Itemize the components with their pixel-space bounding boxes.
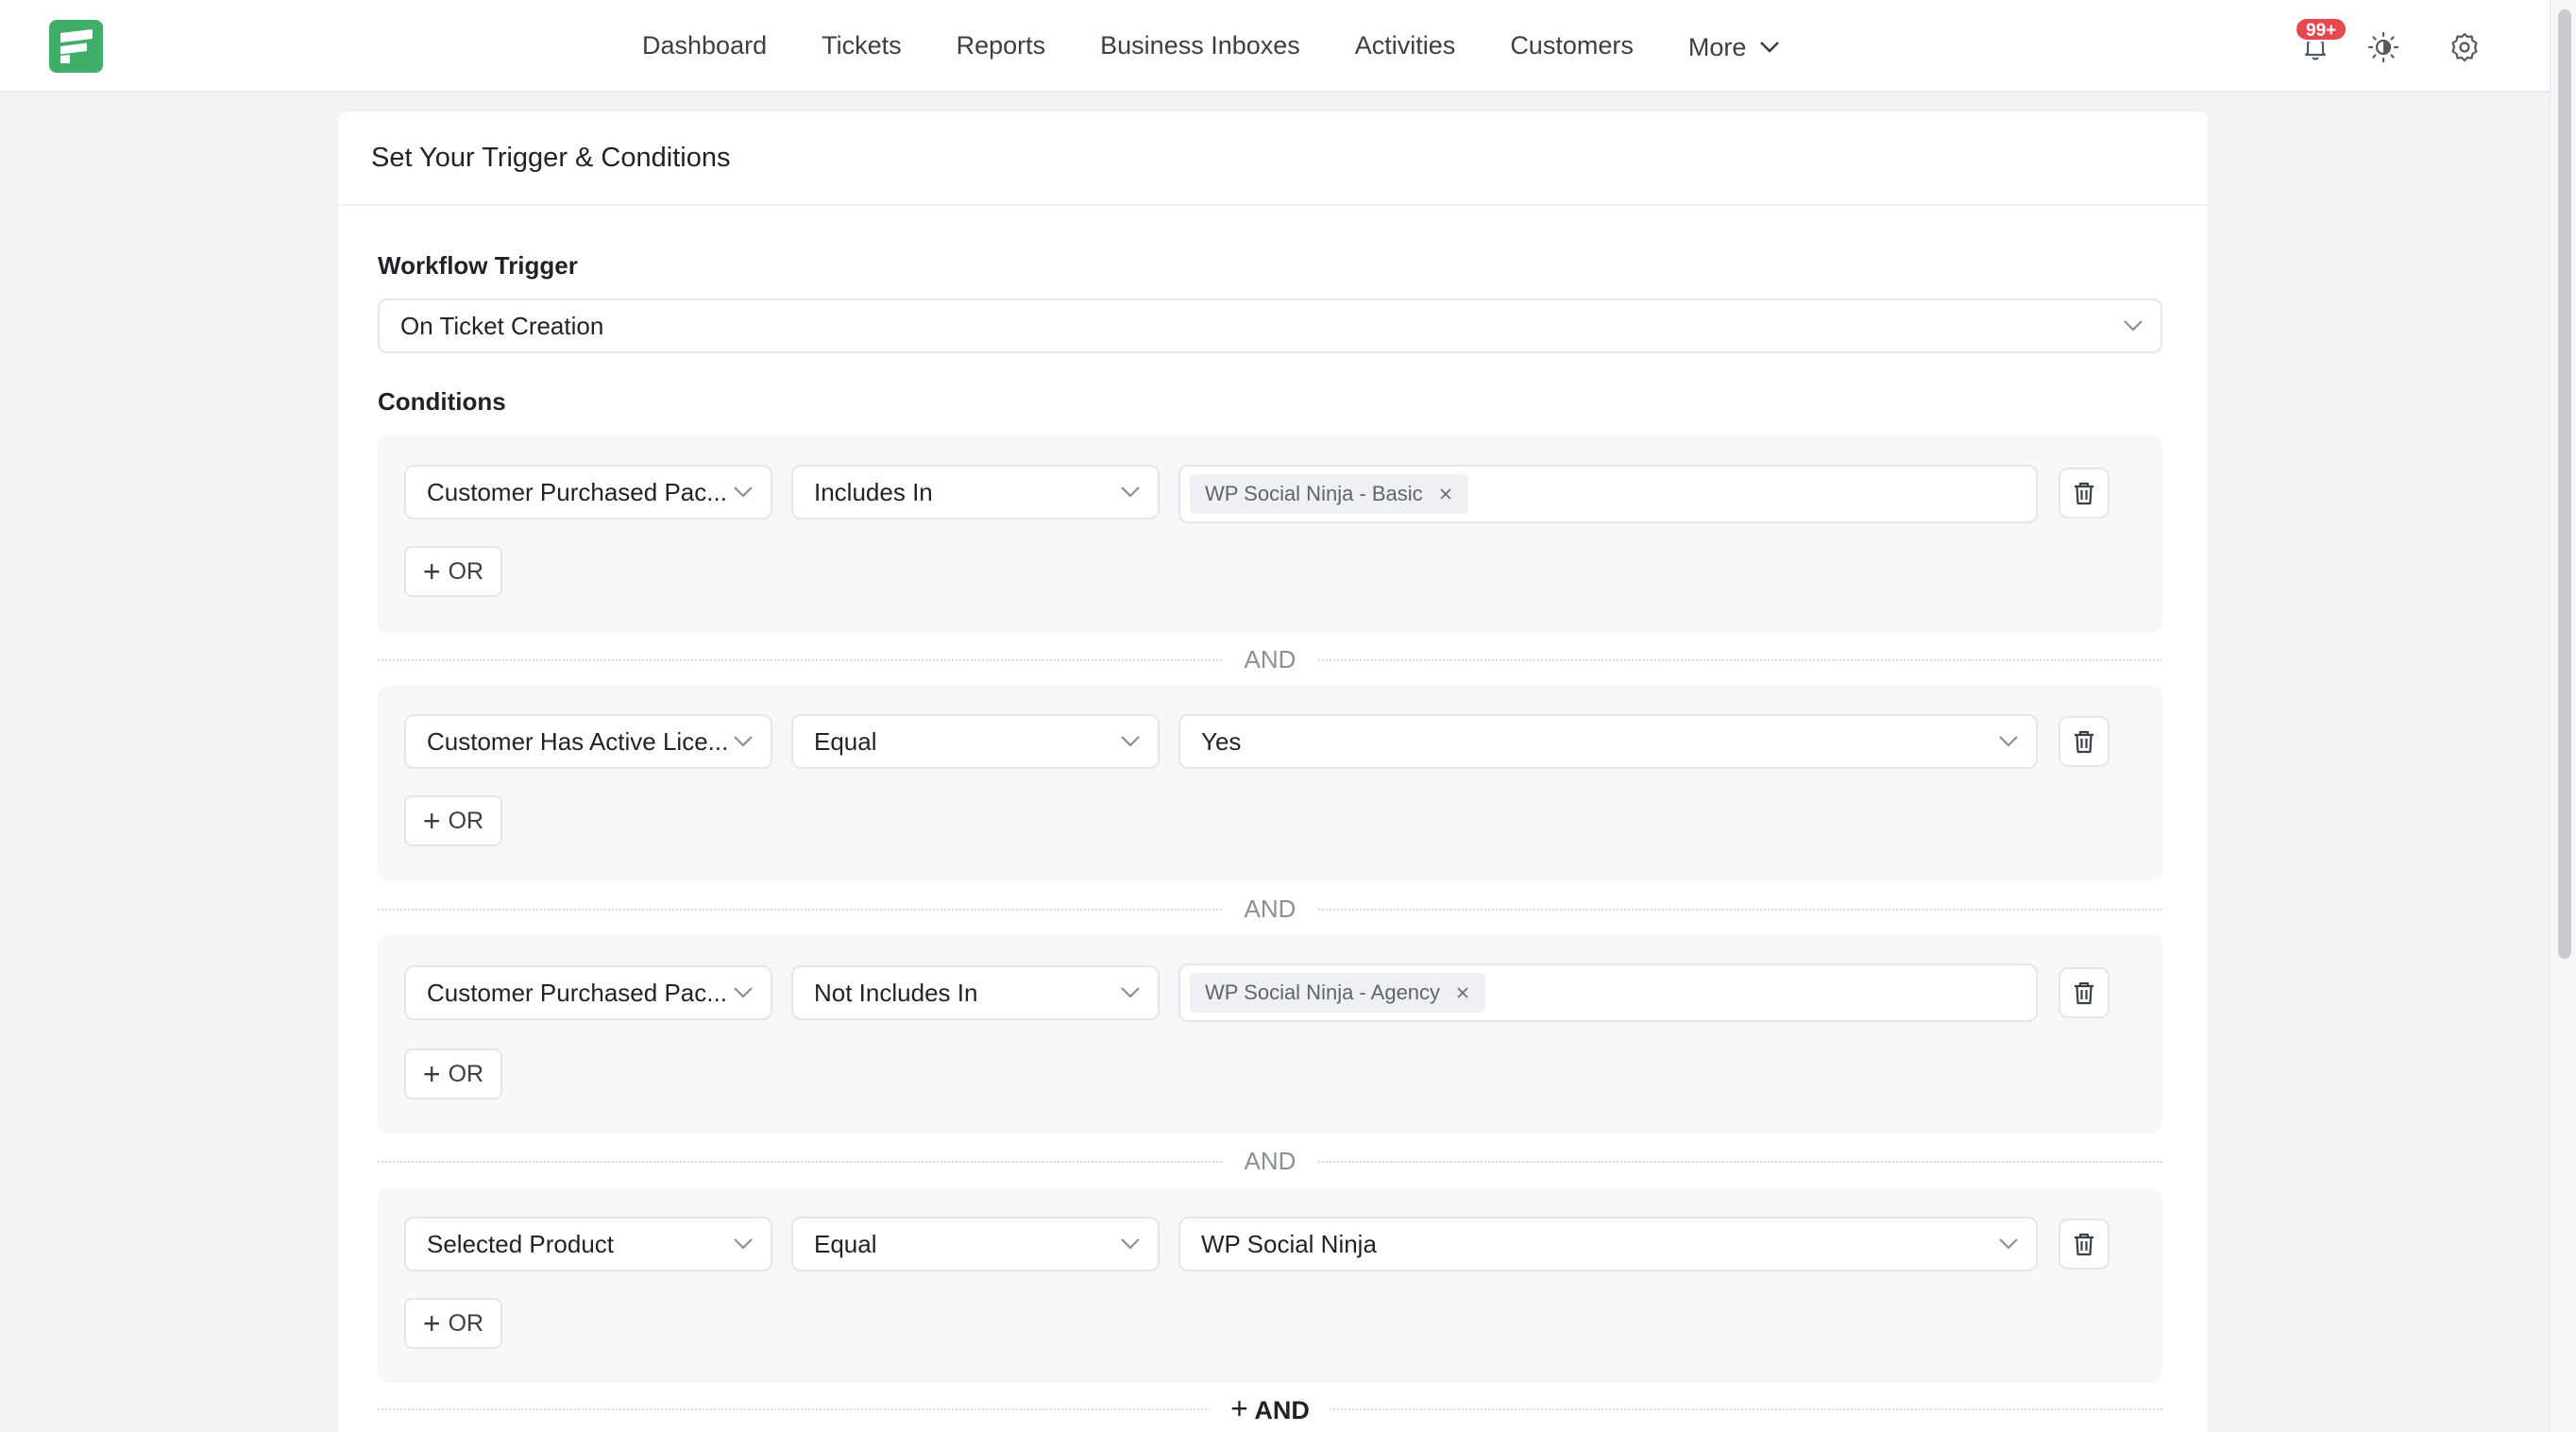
remove-tag-icon[interactable] — [1438, 486, 1453, 502]
and-separator: AND — [378, 1147, 2162, 1175]
condition-group-4: Selected Product Equal WP Social Ninja +… — [378, 1188, 2162, 1383]
condition-group-2: Customer Has Active Lice... Equal Yes + … — [378, 686, 2162, 880]
condition-operator-value: Equal — [814, 1229, 877, 1258]
chevron-down-icon — [734, 736, 753, 747]
notification-count-badge: 99+ — [2295, 17, 2348, 42]
condition-value-select[interactable]: Yes — [1178, 714, 2038, 769]
condition-operator-value: Equal — [814, 726, 877, 756]
chevron-down-icon — [734, 987, 753, 998]
add-or-label: OR — [448, 1060, 484, 1087]
chevron-down-icon — [734, 486, 753, 498]
add-and-separator: + AND — [378, 1391, 2162, 1425]
condition-field-value: Customer Has Active Lice... — [427, 726, 729, 756]
selected-tag: WP Social Ninja - Basic — [1190, 474, 1468, 514]
condition-operator-select[interactable]: Not Includes In — [791, 965, 1160, 1020]
selected-tag: WP Social Ninja - Agency — [1190, 973, 1486, 1013]
nav-dashboard[interactable]: Dashboard — [642, 31, 767, 60]
nav-tickets[interactable]: Tickets — [822, 31, 902, 60]
condition-field-select[interactable]: Selected Product — [404, 1217, 772, 1271]
condition-field-value: Selected Product — [427, 1229, 615, 1258]
theme-toggle-icon — [2367, 31, 2399, 63]
scrollbar-thumb[interactable] — [2558, 9, 2571, 959]
trash-icon — [2075, 482, 2093, 505]
plus-icon: + — [422, 554, 441, 588]
tag-label: WP Social Ninja - Agency — [1205, 980, 1441, 1004]
condition-value: Yes — [1201, 726, 1242, 756]
workflow-trigger-value: On Ticket Creation — [400, 311, 604, 340]
nav-customers[interactable]: Customers — [1510, 31, 1634, 60]
nav-more[interactable]: More — [1688, 33, 1781, 62]
chevron-down-icon — [2124, 320, 2143, 332]
plus-icon: + — [422, 1057, 441, 1091]
settings-button[interactable] — [2444, 26, 2485, 68]
nav-more-label: More — [1687, 32, 1747, 61]
and-label: AND — [1223, 895, 1317, 923]
and-label: AND — [1223, 1147, 1317, 1175]
condition-group-1: Customer Purchased Pac... Includes In WP… — [378, 435, 2162, 633]
card-header: Set Your Trigger & Conditions — [338, 111, 2208, 206]
plus-icon: + — [422, 1306, 441, 1340]
card-title: Set Your Trigger & Conditions — [371, 142, 731, 173]
trigger-conditions-card: Set Your Trigger & Conditions Workflow T… — [338, 111, 2208, 1432]
condition-operator-value: Not Includes In — [814, 978, 978, 1007]
nav-business-inboxes[interactable]: Business Inboxes — [1100, 31, 1300, 60]
chevron-down-icon — [734, 1238, 753, 1250]
add-or-button[interactable]: + OR — [404, 795, 502, 846]
condition-field-value: Customer Purchased Pac... — [427, 477, 727, 506]
add-or-button[interactable]: + OR — [404, 1048, 502, 1100]
delete-condition-button[interactable] — [2059, 1219, 2110, 1270]
condition-value-multiselect[interactable]: WP Social Ninja - Agency — [1178, 963, 2038, 1022]
trash-icon — [2075, 730, 2093, 754]
add-and-label: AND — [1254, 1396, 1310, 1424]
conditions-label: Conditions — [378, 387, 506, 416]
nav-activities[interactable]: Activities — [1355, 31, 1456, 60]
page-scrollbar[interactable] — [2550, 0, 2576, 1432]
condition-operator-value: Includes In — [814, 477, 933, 506]
workflow-trigger-select[interactable]: On Ticket Creation — [378, 298, 2162, 353]
add-or-label: OR — [448, 557, 484, 585]
main-nav: Dashboard Tickets Reports Business Inbox… — [642, 0, 1835, 91]
condition-operator-select[interactable]: Equal — [791, 1217, 1160, 1271]
condition-value: WP Social Ninja — [1201, 1229, 1377, 1258]
chevron-down-icon — [1999, 1238, 2018, 1250]
top-navigation-bar: Dashboard Tickets Reports Business Inbox… — [0, 0, 2550, 93]
condition-field-select[interactable]: Customer Purchased Pac... — [404, 965, 772, 1020]
condition-field-select[interactable]: Customer Has Active Lice... — [404, 714, 772, 769]
app-logo-icon[interactable] — [49, 20, 103, 73]
chevron-down-icon — [1121, 486, 1140, 498]
delete-condition-button[interactable] — [2059, 967, 2110, 1018]
theme-toggle-button[interactable] — [2363, 26, 2404, 68]
plus-icon: + — [422, 804, 441, 838]
delete-condition-button[interactable] — [2059, 716, 2110, 767]
and-separator: AND — [378, 645, 2162, 673]
and-separator: AND — [378, 895, 2162, 923]
add-or-button[interactable]: + OR — [404, 1298, 502, 1349]
chevron-down-icon — [1760, 42, 1780, 53]
condition-field-select[interactable]: Customer Purchased Pac... — [404, 465, 772, 520]
plus-icon: + — [1230, 1391, 1248, 1425]
condition-value-select[interactable]: WP Social Ninja — [1178, 1217, 2038, 1271]
add-or-label: OR — [448, 1309, 484, 1337]
settings-icon — [2451, 32, 2478, 62]
nav-reports[interactable]: Reports — [957, 31, 1046, 60]
add-and-button[interactable]: + AND — [1210, 1391, 1330, 1425]
condition-value-multiselect[interactable]: WP Social Ninja - Basic — [1178, 465, 2038, 523]
condition-operator-select[interactable]: Equal — [791, 714, 1160, 769]
and-label: AND — [1223, 645, 1317, 673]
add-or-label: OR — [448, 807, 484, 834]
chevron-down-icon — [1121, 1238, 1140, 1250]
remove-tag-icon[interactable] — [1455, 985, 1470, 1000]
chevron-down-icon — [1121, 987, 1140, 998]
delete-condition-button[interactable] — [2059, 468, 2110, 519]
add-or-button[interactable]: + OR — [404, 546, 502, 597]
condition-group-3: Customer Purchased Pac... Not Includes I… — [378, 935, 2162, 1134]
trash-icon — [2075, 1233, 2093, 1256]
chevron-down-icon — [1999, 736, 2018, 747]
tag-label: WP Social Ninja - Basic — [1205, 482, 1423, 505]
condition-operator-select[interactable]: Includes In — [791, 465, 1160, 520]
workflow-trigger-label: Workflow Trigger — [378, 251, 578, 280]
trash-icon — [2075, 981, 2093, 1005]
chevron-down-icon — [1121, 736, 1140, 747]
condition-field-value: Customer Purchased Pac... — [427, 978, 727, 1007]
